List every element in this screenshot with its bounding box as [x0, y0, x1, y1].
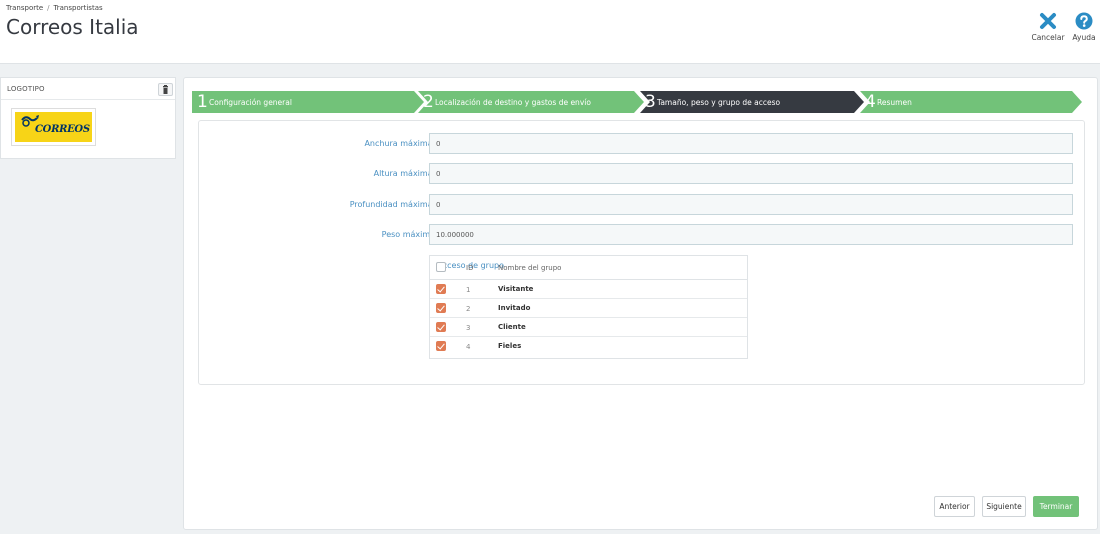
- question-circle-icon: [1075, 12, 1093, 30]
- max-depth-input[interactable]: 0: [429, 194, 1073, 215]
- help-label: Ayuda: [1072, 33, 1096, 42]
- logo-text: CORREOS: [35, 124, 90, 135]
- breadcrumb-separator: /: [47, 4, 50, 12]
- logo-panel-title: LOGOTIPO: [7, 85, 45, 93]
- page-title: Correos Italia: [6, 15, 139, 39]
- step-1-general-config[interactable]: 1 Configuración general: [192, 91, 424, 113]
- table-row: 2 Invitado: [430, 299, 747, 318]
- group-id: 3: [466, 324, 471, 332]
- logo-panel-header: LOGOTIPO: [1, 78, 175, 100]
- logo-panel: LOGOTIPO CORREOS: [0, 77, 176, 159]
- group-access-table: ID Nombre del grupo 1 Visitante 2 Invita…: [429, 255, 748, 359]
- group-name: Visitante: [498, 285, 534, 293]
- step-4-summary[interactable]: 4 Resumen: [860, 91, 1082, 113]
- form-panel: Anchura máxima del paquete (cm) 0 Altura…: [198, 120, 1085, 385]
- max-width-input[interactable]: 0: [429, 133, 1073, 154]
- group-name: Invitado: [498, 304, 531, 312]
- close-icon: [1040, 13, 1056, 29]
- step-number: 4: [865, 92, 876, 112]
- step-3-size-weight-access[interactable]: 3 Tamaño, peso y grupo de acceso: [640, 91, 864, 113]
- group-id: 1: [466, 286, 471, 294]
- step-label: Localización de destino y gastos de enví…: [435, 98, 591, 107]
- finish-button[interactable]: Terminar: [1033, 496, 1079, 517]
- main-panel: 1 Configuración general 2 Localización d…: [183, 77, 1098, 530]
- breadcrumb: Transporte / Transportistas: [6, 4, 103, 12]
- table-row: 3 Cliente: [430, 318, 747, 337]
- group-checkbox[interactable]: [436, 341, 446, 351]
- logo-background: CORREOS: [15, 112, 92, 142]
- group-checkbox[interactable]: [436, 303, 446, 313]
- select-all-checkbox[interactable]: [436, 262, 446, 272]
- step-label: Resumen: [877, 98, 912, 107]
- table-row: 4 Fieles: [430, 337, 747, 356]
- table-header-row: ID Nombre del grupo: [430, 256, 747, 280]
- delete-logo-button[interactable]: [158, 83, 173, 96]
- group-name: Cliente: [498, 323, 526, 331]
- max-weight-input[interactable]: 10.000000: [429, 224, 1073, 245]
- cancel-button[interactable]: Cancelar: [1031, 12, 1065, 42]
- group-checkbox[interactable]: [436, 284, 446, 294]
- breadcrumb-item-transporte[interactable]: Transporte: [6, 4, 43, 12]
- step-number: 3: [645, 92, 656, 112]
- column-header-name: Nombre del grupo: [498, 264, 562, 272]
- cancel-label: Cancelar: [1031, 33, 1065, 42]
- step-2-destination-costs[interactable]: 2 Localización de destino y gastos de en…: [418, 91, 644, 113]
- carrier-logo: CORREOS: [11, 108, 96, 146]
- next-button[interactable]: Siguiente: [982, 496, 1026, 517]
- group-id: 4: [466, 343, 471, 351]
- step-number: 1: [197, 92, 208, 112]
- step-number: 2: [423, 92, 434, 112]
- breadcrumb-item-transportistas[interactable]: Transportistas: [54, 4, 103, 12]
- previous-button[interactable]: Anterior: [934, 496, 975, 517]
- group-name: Fieles: [498, 342, 522, 350]
- trash-icon: [163, 85, 168, 94]
- step-label: Tamaño, peso y grupo de acceso: [657, 98, 781, 107]
- step-label: Configuración general: [209, 98, 292, 107]
- group-id: 2: [466, 305, 471, 313]
- max-height-input[interactable]: 0: [429, 163, 1073, 184]
- group-checkbox[interactable]: [436, 322, 446, 332]
- column-header-id: ID: [466, 264, 474, 272]
- wizard-steps: 1 Configuración general 2 Localización d…: [192, 91, 1082, 113]
- table-row: 1 Visitante: [430, 280, 747, 299]
- page-header: Transporte / Transportistas Correos Italia…: [0, 0, 1100, 64]
- help-button[interactable]: Ayuda: [1068, 12, 1100, 42]
